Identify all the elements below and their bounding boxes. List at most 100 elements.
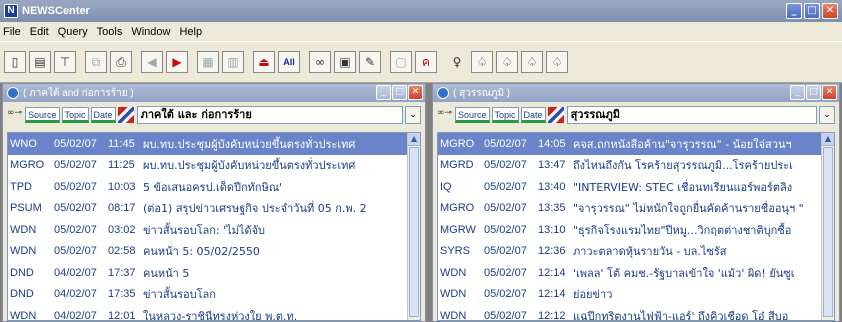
scroll-thumb[interactable]	[823, 147, 833, 317]
news-headline: (ต่อ1) สรุปข่าวเศรษฐกิจ ประจำวันที่ 05 ก…	[143, 202, 367, 216]
news-headline: ผบ.ทบ.ประชุมผู้บังคับหน่วยขึ้นตรงทั่วประ…	[143, 137, 356, 151]
alert-icon-3[interactable]: ♤	[521, 51, 543, 73]
news-row[interactable]: MGRO 05/02/07 14:05 คจส.ถกหนังสือค้าน"จารุว…	[438, 133, 834, 155]
news-row[interactable]: WDN 05/02/07 02:58 คนหน้า 5: 05/02/2550	[8, 241, 420, 263]
close-button[interactable]: ✕	[822, 3, 838, 19]
copy-icon[interactable]: ⧉	[85, 51, 107, 73]
news-time: 14:05	[538, 137, 566, 150]
scrollbar[interactable]: ▲	[821, 133, 834, 320]
window-icon	[7, 87, 19, 99]
news-row[interactable]: TPD 05/02/07 10:03 5 ข้อเสนอครป.เด็ดปีกทักษ…	[8, 176, 420, 198]
menu-tools[interactable]: Tools	[97, 26, 123, 38]
news-date: 04/02/07	[54, 309, 97, 321]
news-source: DND	[10, 288, 34, 301]
alert-icon-4[interactable]: ♤	[546, 51, 568, 73]
minimize-button[interactable]: _	[376, 85, 391, 100]
note-icon[interactable]: ▢	[390, 51, 412, 73]
maximize-button[interactable]: □	[392, 85, 407, 100]
menu-window[interactable]: Window	[131, 26, 170, 38]
menu-query[interactable]: Query	[58, 26, 88, 38]
maximize-button[interactable]: □	[806, 85, 821, 100]
clear-icon[interactable]: ✎	[359, 51, 381, 73]
news-headline: "INTERVIEW: STEC เชื่อนทเรียนแอร์พอร์ตลิ…	[573, 180, 793, 194]
news-headline: ผบ.ทบ.ประชุมผู้บังคับหน่วยขึ้นตรงทั่วประ…	[143, 159, 356, 173]
news-source: WDN	[440, 288, 467, 301]
layout2-icon[interactable]: ▥	[222, 51, 244, 73]
news-date: 05/02/07	[484, 137, 527, 150]
news-date: 05/02/07	[54, 137, 97, 150]
source-button[interactable]: Source	[25, 107, 60, 123]
filter-text[interactable]: สุวรรณภูมิ	[566, 106, 817, 124]
alert-icon-2[interactable]: ♤	[496, 51, 518, 73]
news-row[interactable]: SYRS 05/02/07 12:36 ภาวะตลาดหุ้นรายวัน - บล…	[438, 241, 834, 263]
news-date: 05/02/07	[484, 288, 527, 301]
news-row[interactable]: WDN 05/02/07 12:14 'เพลล' โต้ คมช.-รัฐบาลเข…	[438, 262, 834, 284]
filter-bar: ∞⊸ Source Topic Date สุวรรณภูมิ ⌄	[433, 102, 839, 128]
prev-icon[interactable]: ◀	[141, 51, 163, 73]
news-date: 04/02/07	[54, 288, 97, 301]
news-headline: ย่อยข่าว	[573, 288, 613, 302]
filter-text[interactable]: ภาคใต้ และ ก่อการร้าย	[136, 106, 403, 124]
filter-icon[interactable]: ⊤	[54, 51, 76, 73]
chevron-down-icon[interactable]: ⌄	[819, 106, 835, 124]
news-row[interactable]: WNO 05/02/07 11:45 ผบ.ทบ.ประชุมผู้บังคับหน่…	[8, 133, 420, 155]
minimize-button[interactable]: _	[790, 85, 805, 100]
news-row[interactable]: WDN 05/02/07 12:12 แฉปีกทริตงานไฟฟ้า-แอร์' …	[438, 305, 834, 321]
news-time: 12:12	[538, 309, 566, 321]
news-row[interactable]: MGRW 05/02/07 13:10 "ธุรกิจโรงแรมไทย"ปีหมู.…	[438, 219, 834, 241]
news-time: 13:10	[538, 223, 566, 236]
news-headline: ข่าวสั้นรอบโลก: 'ไม่ได้จับ	[143, 223, 266, 237]
news-row[interactable]: DND 04/02/07 17:35 ข่าวสั้นรอบโลก	[8, 284, 420, 306]
next-icon[interactable]: ▶	[166, 51, 188, 73]
eject-icon[interactable]: ⏏	[253, 51, 275, 73]
ryn-icon[interactable]: ค	[415, 51, 437, 73]
new-document-icon[interactable]: ▯	[4, 51, 26, 73]
news-date: 05/02/07	[54, 223, 97, 236]
topic-button[interactable]: Topic	[491, 107, 519, 123]
key-icon[interactable]: ♀	[446, 51, 468, 73]
news-source: WNO	[10, 137, 37, 150]
news-headline: 'เพลล' โต้ คมช.-รัฐบาลเข้าใจ 'แม้ว' ผิด!…	[573, 266, 795, 280]
scroll-thumb[interactable]	[409, 147, 419, 317]
news-row[interactable]: WDN 04/02/07 12:01 ในหลวง-ราชินีทรงห่วงใย พ…	[8, 305, 420, 321]
maximize-button[interactable]: □	[804, 3, 820, 19]
news-row[interactable]: DND 04/02/07 17:37 คนหน้า 5	[8, 262, 420, 284]
app-logo-icon: N	[4, 4, 18, 18]
news-date: 05/02/07	[484, 180, 527, 193]
news-source: WDN	[440, 266, 467, 279]
news-row[interactable]: IQ 05/02/07 13:40 "INTERVIEW: STEC เชื่อนทเ…	[438, 176, 834, 198]
news-date: 05/02/07	[484, 266, 527, 279]
print-preview-icon[interactable]: ▣	[334, 51, 356, 73]
menu-file[interactable]: File	[3, 26, 21, 38]
news-row[interactable]: WDN 05/02/07 03:02 ข่าวสั้นรอบโลก: 'ไม่ได้จ…	[8, 219, 420, 241]
news-row[interactable]: MGRO 05/02/07 11:25 ผบ.ทบ.ประชุมผู้บังคับหน…	[8, 155, 420, 177]
menu-edit[interactable]: Edit	[30, 26, 49, 38]
news-row[interactable]: WDN 05/02/07 12:14 ย่อยข่าว	[438, 284, 834, 306]
source-button[interactable]: Source	[455, 107, 490, 123]
topic-button[interactable]: Topic	[61, 107, 89, 123]
link-icon: ∞⊸	[7, 108, 23, 118]
chevron-down-icon[interactable]: ⌄	[405, 106, 421, 124]
news-row[interactable]: PSUM 05/02/07 08:17 (ต่อ1) สรุปข่าวเศรษฐกิจ…	[8, 198, 420, 220]
binoculars-icon[interactable]: ∞	[309, 51, 331, 73]
date-button[interactable]: Date	[520, 107, 546, 123]
alert-icon-1[interactable]: ♤	[471, 51, 493, 73]
print-icon[interactable]: ⎙	[110, 51, 132, 73]
news-headline: ข่าวสั้นรอบโลก	[143, 288, 216, 302]
menu-help[interactable]: Help	[179, 26, 202, 38]
minimize-button[interactable]: _	[786, 3, 802, 19]
scroll-up-icon[interactable]: ▲	[822, 133, 834, 146]
news-source: WDN	[10, 245, 37, 258]
close-button[interactable]: ✕	[408, 85, 423, 100]
layout-icon[interactable]: ▦	[197, 51, 219, 73]
scroll-up-icon[interactable]: ▲	[408, 133, 420, 146]
scrollbar[interactable]: ▲	[407, 133, 420, 320]
news-row[interactable]: MGRD 05/02/07 13:47 ถึงไหนถึงกัน โรคร้ายสุว…	[438, 155, 834, 177]
news-row[interactable]: MGRO 05/02/07 13:35 "จารุวรรณ" ไม่หนักใจถูก…	[438, 198, 834, 220]
close-button[interactable]: ✕	[822, 85, 837, 100]
date-button[interactable]: Date	[90, 107, 116, 123]
news-source: MGRO	[440, 137, 475, 150]
save-icon[interactable]: ▤	[29, 51, 51, 73]
all-button[interactable]: All	[278, 51, 300, 73]
news-source: DND	[10, 266, 34, 279]
